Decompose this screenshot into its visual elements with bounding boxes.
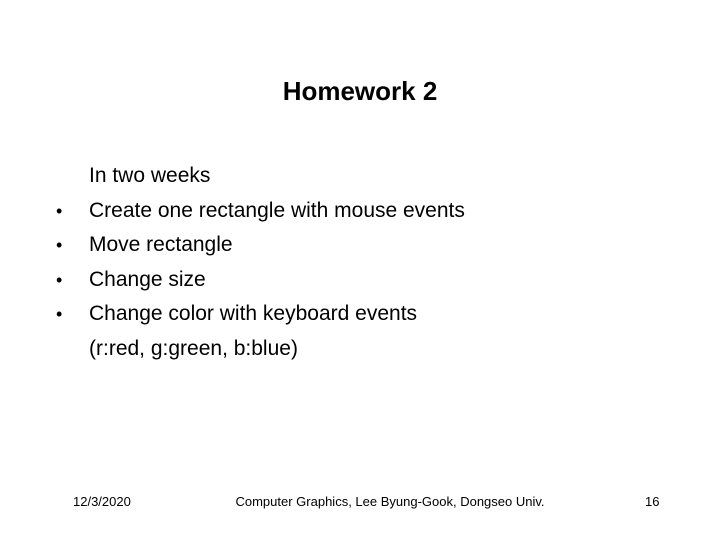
list-item-text: (r:red, g:green, b:blue) <box>89 336 298 360</box>
list-item-text: Change color with keyboard events <box>89 302 418 325</box>
page-number: 16 <box>645 494 660 509</box>
list-item: • Change color with keyboard events <box>56 300 465 335</box>
list-item: • Create one rectangle with mouse events <box>56 197 465 232</box>
list-item-text: Create one rectangle with mouse events <box>89 198 465 222</box>
footer-course-info: Computer Graphics, Lee Byung-Gook, Dongs… <box>235 494 545 509</box>
bullet-icon: • <box>56 200 63 221</box>
list-item-text: Change size <box>89 267 206 291</box>
list-item: (r:red, g:green, b:blue) <box>56 335 465 370</box>
bullet-icon: • <box>56 235 63 255</box>
bullet-icon: • <box>56 304 63 324</box>
list-item-text: Move rectangle <box>89 233 233 256</box>
bullet-icon: • <box>56 269 63 290</box>
list-item-text: In two weeks <box>89 164 211 187</box>
slide-title: Homework 2 <box>282 76 438 106</box>
list-item: • Change size <box>56 266 465 301</box>
list-item: • Move rectangle <box>56 231 465 266</box>
bullet-list: In two weeks • Create one rectangle with… <box>56 162 465 369</box>
list-item: In two weeks <box>56 162 465 197</box>
